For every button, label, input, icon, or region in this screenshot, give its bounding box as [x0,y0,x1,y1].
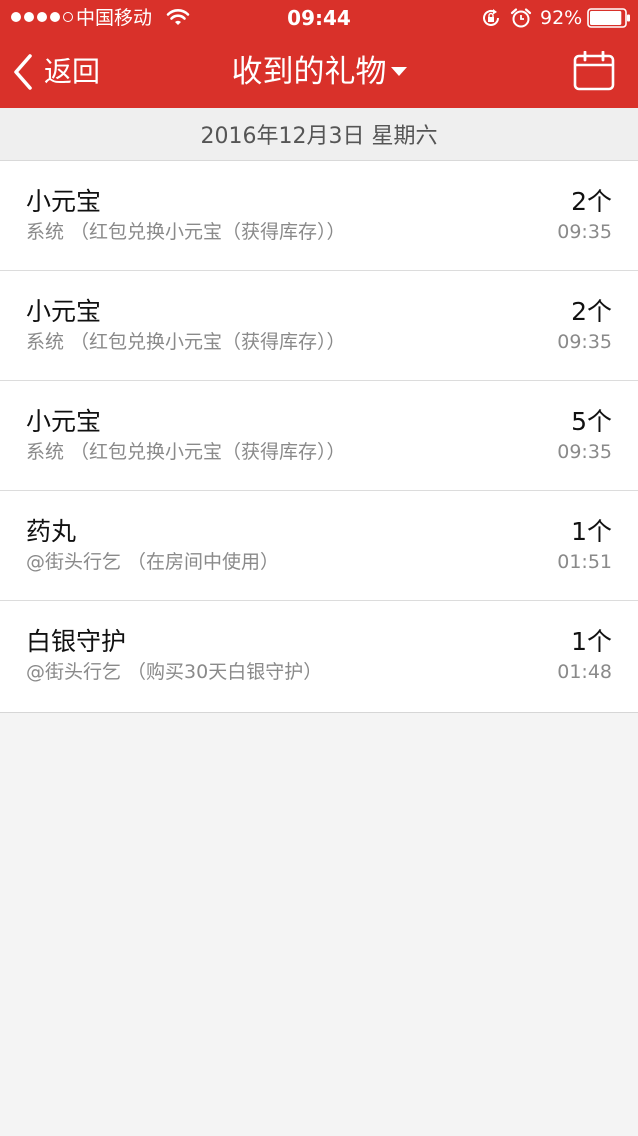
back-label: 返回 [44,55,101,88]
gift-count: 5个 [571,407,612,436]
gift-name: 小元宝 [26,297,102,326]
gift-count: 1个 [571,517,612,546]
status-bar: 中国移动 09:44 92% [0,0,638,36]
list-item[interactable]: 小元宝 系统 （红包兑换小元宝（获得库存）） 2个 09:35 [0,271,638,381]
gift-source: 系统 （红包兑换小元宝（获得库存）） [26,331,346,353]
gift-source: 系统 （红包兑换小元宝（获得库存）） [26,441,346,463]
gift-time: 09:35 [557,441,612,463]
gift-name: 药丸 [26,517,77,546]
list-item[interactable]: 药丸 @街头行乞 （在房间中使用） 1个 01:51 [0,491,638,601]
list-item[interactable]: 白银守护 @街头行乞 （购买30天白银守护） 1个 01:48 [0,601,638,712]
alarm-icon [510,8,532,28]
nav-header: 中国移动 09:44 92% 返回 收到的礼物 [0,0,638,108]
gift-source: @街头行乞 （购买30天白银守护） [26,661,323,683]
caret-down-icon [390,67,407,76]
calendar-icon[interactable] [573,51,615,91]
gift-name: 白银守护 [26,627,127,656]
gift-list: 小元宝 系统 （红包兑换小元宝（获得库存）） 2个 09:35 小元宝 系统 （… [0,161,638,713]
gift-count: 2个 [571,187,612,216]
rotation-lock-icon [483,9,499,26]
back-button[interactable]: 返回 [10,48,100,96]
gift-time: 09:35 [557,221,612,243]
date-label: 2016年12月3日 星期六 [200,124,438,149]
page-title: 收到的礼物 [231,54,387,90]
gift-time: 09:35 [557,331,612,353]
date-header: 2016年12月3日 星期六 [0,108,638,161]
gift-time: 01:48 [557,661,612,683]
list-item[interactable]: 小元宝 系统 （红包兑换小元宝（获得库存）） 5个 09:35 [0,381,638,491]
gift-count: 2个 [571,297,612,326]
gift-name: 小元宝 [26,187,102,216]
gift-count: 1个 [571,627,612,656]
gift-name: 小元宝 [26,407,102,436]
gift-time: 01:51 [557,551,612,573]
battery-percentage: 92% [540,7,583,29]
title-dropdown[interactable]: 收到的礼物 [180,48,458,96]
list-item[interactable]: 小元宝 系统 （红包兑换小元宝（获得库存）） 2个 09:35 [0,161,638,271]
gift-source: 系统 （红包兑换小元宝（获得库存）） [26,221,346,243]
battery-icon [587,8,630,28]
chevron-left-icon [14,54,32,90]
gift-source: @街头行乞 （在房间中使用） [26,551,280,573]
